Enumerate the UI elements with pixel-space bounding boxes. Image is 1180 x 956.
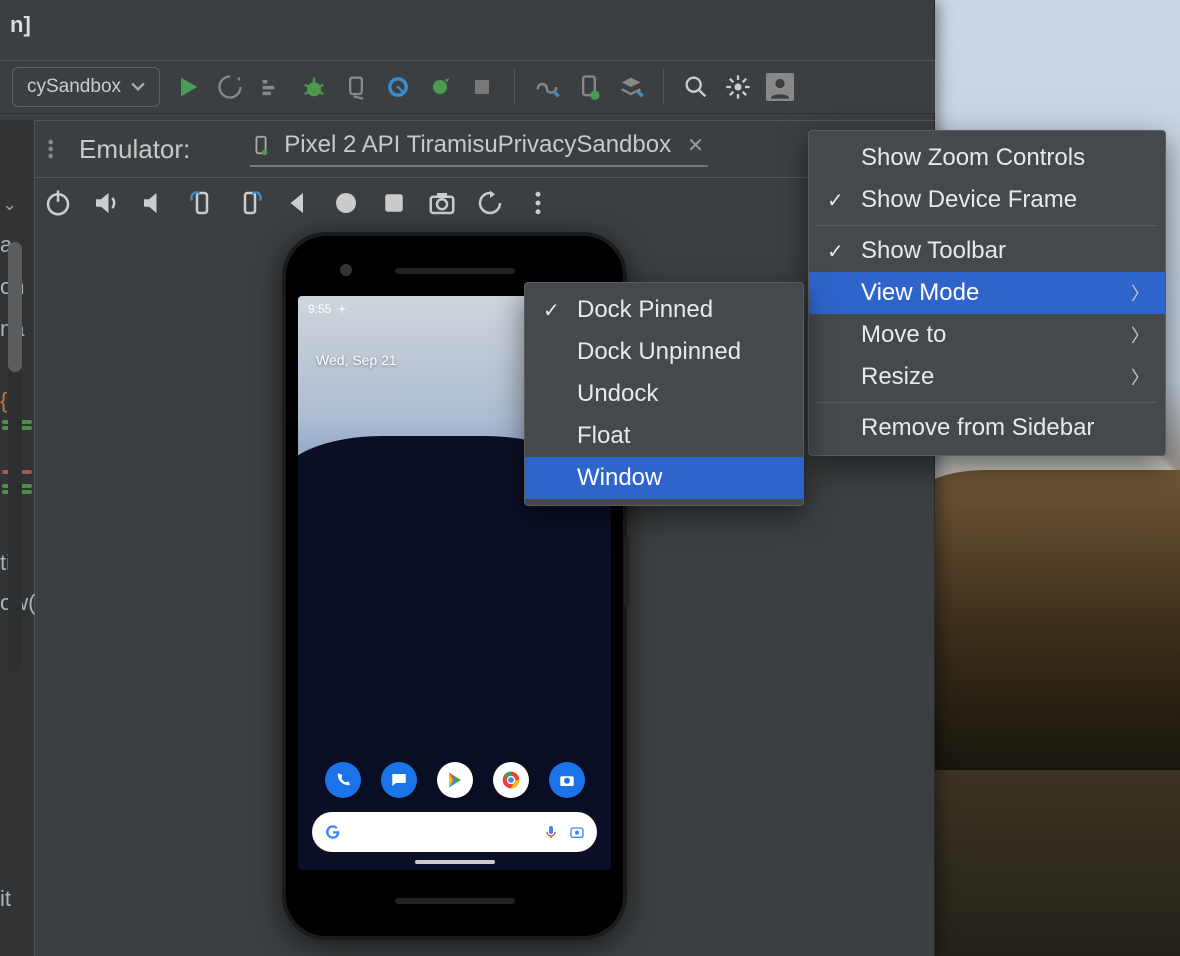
lens-icon[interactable] bbox=[569, 824, 585, 840]
chevron-right-icon: 〉 bbox=[1131, 280, 1149, 306]
profile-icon[interactable] bbox=[258, 73, 286, 101]
sdk-manager-icon[interactable] bbox=[617, 73, 645, 101]
status-bar: 9:55 bbox=[308, 302, 347, 316]
code-fragment: it bbox=[0, 886, 11, 912]
debug-icon[interactable] bbox=[300, 73, 328, 101]
menu-separator bbox=[817, 402, 1157, 403]
date-widget: Wed, Sep 21 bbox=[316, 352, 397, 368]
menu-view-mode[interactable]: View Mode〉 bbox=[809, 272, 1165, 314]
coverage-icon[interactable] bbox=[216, 73, 244, 101]
menu-float[interactable]: Float bbox=[525, 415, 803, 457]
chevron-right-icon: 〉 bbox=[1131, 322, 1149, 348]
close-tab-icon[interactable]: ✕ bbox=[683, 133, 708, 158]
nav-pill[interactable] bbox=[415, 860, 495, 864]
emulator-panel-header: Emulator: Pixel 2 API TiramisuPrivacySan… bbox=[35, 120, 935, 178]
chevron-down-icon bbox=[131, 82, 145, 92]
account-icon[interactable] bbox=[766, 73, 794, 101]
device-tab[interactable]: Pixel 2 API TiramisuPrivacySandbox ✕ bbox=[250, 131, 708, 167]
check-icon: ✓ bbox=[543, 298, 560, 323]
scrollbar-thumb[interactable] bbox=[8, 242, 22, 372]
power-icon[interactable] bbox=[43, 188, 73, 218]
emulator-options-menu: Show Zoom Controls ✓Show Device Frame ✓S… bbox=[808, 130, 1166, 456]
chrome-app-icon[interactable] bbox=[493, 762, 529, 798]
toolbar-separator bbox=[663, 69, 664, 105]
chevron-right-icon: 〉 bbox=[1131, 364, 1149, 390]
menu-show-zoom-controls[interactable]: Show Zoom Controls bbox=[809, 137, 1165, 179]
gradle-sync-icon[interactable] bbox=[533, 73, 561, 101]
speaker-grill bbox=[395, 268, 515, 274]
home-icon[interactable] bbox=[331, 188, 361, 218]
check-icon: ✓ bbox=[827, 188, 844, 213]
menu-dock-pinned[interactable]: ✓Dock Pinned bbox=[525, 289, 803, 331]
menu-remove-from-sidebar[interactable]: Remove from Sidebar bbox=[809, 407, 1165, 449]
menu-show-device-frame[interactable]: ✓Show Device Frame bbox=[809, 179, 1165, 221]
overview-icon[interactable] bbox=[379, 188, 409, 218]
gear-icon bbox=[337, 304, 347, 314]
menu-undock[interactable]: Undock bbox=[525, 373, 803, 415]
check-icon: ✓ bbox=[827, 239, 844, 264]
panel-grip-icon[interactable] bbox=[45, 135, 61, 163]
menu-dock-unpinned[interactable]: Dock Unpinned bbox=[525, 331, 803, 373]
google-search-bar[interactable] bbox=[312, 812, 597, 852]
screenshot-icon[interactable] bbox=[427, 188, 457, 218]
more-icon[interactable] bbox=[523, 188, 553, 218]
code-fragment: { bbox=[0, 388, 7, 414]
speaker-grill bbox=[395, 898, 515, 904]
menu-window[interactable]: Window bbox=[525, 457, 803, 499]
device-tab-label: Pixel 2 API TiramisuPrivacySandbox bbox=[284, 131, 671, 159]
google-icon bbox=[324, 823, 342, 841]
device-side-button bbox=[624, 536, 629, 606]
toolbar-separator bbox=[514, 69, 515, 105]
rotate-left-icon[interactable] bbox=[187, 188, 217, 218]
title-text: n] bbox=[10, 12, 31, 38]
play-store-icon[interactable] bbox=[437, 762, 473, 798]
inspect-icon[interactable] bbox=[384, 73, 412, 101]
messages-app-icon[interactable] bbox=[381, 762, 417, 798]
back-icon[interactable] bbox=[283, 188, 313, 218]
fold-chevron-icon[interactable]: ⌄ bbox=[2, 194, 17, 215]
device-icon bbox=[250, 134, 272, 156]
run-config-label: cySandbox bbox=[27, 76, 121, 98]
apply-changes-icon[interactable] bbox=[426, 73, 454, 101]
phone-app-icon[interactable] bbox=[325, 762, 361, 798]
app-dock bbox=[298, 762, 611, 798]
emulator-controls bbox=[35, 179, 935, 227]
camera-app-icon[interactable] bbox=[549, 762, 585, 798]
status-time: 9:55 bbox=[308, 302, 331, 316]
stop-icon[interactable] bbox=[468, 73, 496, 101]
menu-move-to[interactable]: Move to〉 bbox=[809, 314, 1165, 356]
snapshot-icon[interactable] bbox=[475, 188, 505, 218]
front-camera bbox=[340, 264, 352, 276]
settings-icon[interactable] bbox=[724, 73, 752, 101]
view-mode-submenu: ✓Dock Pinned Dock Unpinned Undock Float … bbox=[524, 282, 804, 506]
main-toolbar: cySandbox bbox=[0, 60, 935, 114]
window-title-fragment: n] bbox=[0, 0, 934, 50]
volume-down-icon[interactable] bbox=[139, 188, 169, 218]
volume-up-icon[interactable] bbox=[91, 188, 121, 218]
menu-separator bbox=[817, 225, 1157, 226]
run-icon[interactable] bbox=[174, 73, 202, 101]
run-config-selector[interactable]: cySandbox bbox=[12, 67, 160, 107]
rotate-right-icon[interactable] bbox=[235, 188, 265, 218]
emulator-label: Emulator: bbox=[79, 134, 190, 165]
device-manager-icon[interactable] bbox=[575, 73, 603, 101]
menu-resize[interactable]: Resize〉 bbox=[809, 356, 1165, 398]
attach-icon[interactable] bbox=[342, 73, 370, 101]
mic-icon[interactable] bbox=[543, 824, 559, 840]
search-icon[interactable] bbox=[682, 73, 710, 101]
menu-show-toolbar[interactable]: ✓Show Toolbar bbox=[809, 230, 1165, 272]
